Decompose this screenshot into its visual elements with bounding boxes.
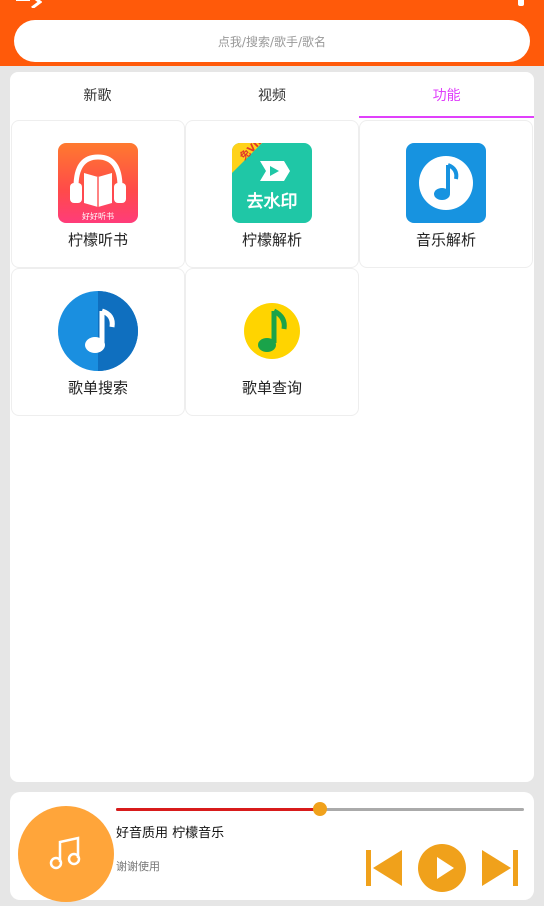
function-item-playlist-search[interactable]: 歌单搜索 [11,268,185,416]
music-notes-icon [49,836,81,870]
function-item-music-parse[interactable]: 音乐解析 [359,120,533,268]
play-button[interactable] [418,844,466,892]
more-icon[interactable] [518,0,524,6]
function-label: 歌单搜索 [67,379,128,397]
previous-button[interactable] [364,846,404,890]
music-note-square-icon [406,143,486,223]
function-item-parse[interactable]: 免VIP 去水印 柠檬解析 [185,120,359,268]
content-panel: 新歌 视频 功能 好好听书 柠檬听书 免VIP 去水印 柠檬解析 音乐解析 歌单… [10,72,534,782]
next-button[interactable] [480,846,520,890]
function-item-playlist-query[interactable]: 歌单查询 [185,268,359,416]
album-art[interactable] [18,806,114,902]
play-icon [418,844,466,892]
tab-new-songs[interactable]: 新歌 [10,72,185,118]
audiobook-icon: 好好听书 [58,143,138,223]
watermark-caption: 去水印 [247,191,298,212]
song-title: 好音质用 柠檬音乐 [116,826,225,841]
search-placeholder: 点我/搜索/歌手/歌名 [217,34,327,49]
function-label: 歌单查询 [241,379,302,397]
function-item-audiobook[interactable]: 好好听书 柠檬听书 [11,120,185,268]
skip-previous-icon [366,850,402,886]
mini-player: 好音质用 柠檬音乐 谢谢使用 [10,792,534,902]
tab-videos[interactable]: 视频 [185,72,360,118]
music-note-circle-blue-icon [58,291,138,371]
qq-music-icon [232,291,312,371]
function-grid: 好好听书 柠檬听书 免VIP 去水印 柠檬解析 音乐解析 歌单搜索 歌单查询 [11,120,533,416]
song-subtitle: 谢谢使用 [116,860,160,873]
function-label: 柠檬解析 [241,231,302,249]
skip-next-icon [482,850,518,886]
tab-bar: 新歌 视频 功能 [10,72,534,118]
progress-thumb[interactable] [313,802,327,816]
function-label: 音乐解析 [415,231,476,249]
search-input[interactable]: 点我/搜索/歌手/歌名 [14,20,530,62]
progress-bar[interactable] [116,802,524,816]
watermark-remove-icon: 免VIP 去水印 [232,143,312,223]
progress-fill [116,808,320,811]
tab-functions[interactable]: 功能 [359,72,534,118]
function-label: 柠檬听书 [67,231,128,249]
audiobook-icon-caption: 好好听书 [82,211,114,221]
app-header: 点我/搜索/歌手/歌名 [0,0,544,66]
menu-icon[interactable] [16,0,42,8]
